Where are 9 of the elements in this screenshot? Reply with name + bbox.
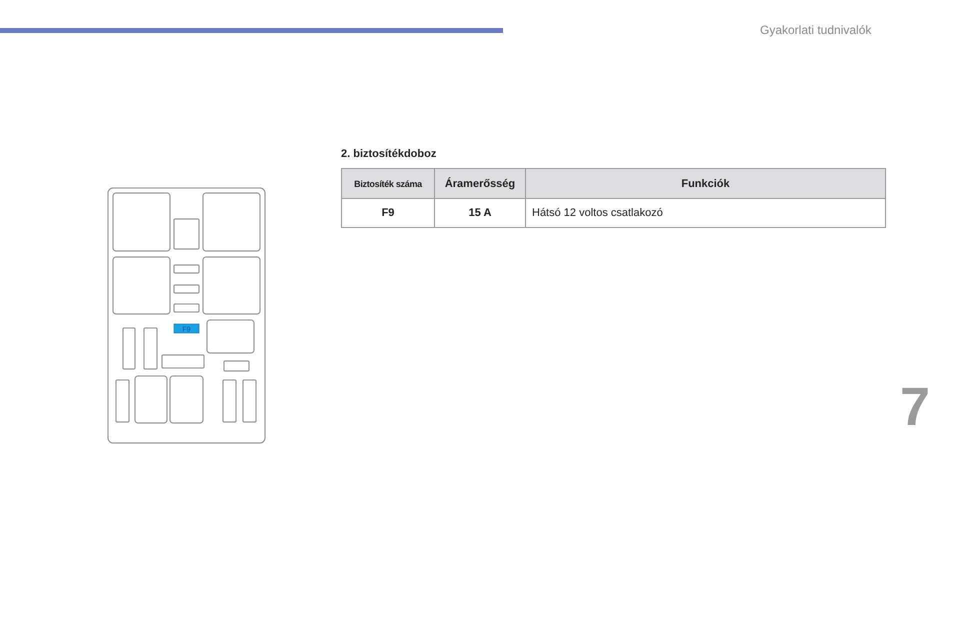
column-header: Funkciók: [526, 168, 886, 198]
column-header: Áramerősség: [434, 168, 526, 198]
table-cell: 15 A: [434, 198, 526, 228]
table-title: 2. biztosítékdoboz: [341, 148, 438, 162]
table-cell: F9: [342, 198, 434, 228]
section-title: Gyakorlati tudnivalók: [760, 23, 872, 37]
chapter-number: 7: [900, 376, 930, 439]
column-header: Biztosíték száma: [342, 168, 434, 198]
table-cell: Hátsó 12 voltos csatlakozó: [526, 198, 886, 228]
